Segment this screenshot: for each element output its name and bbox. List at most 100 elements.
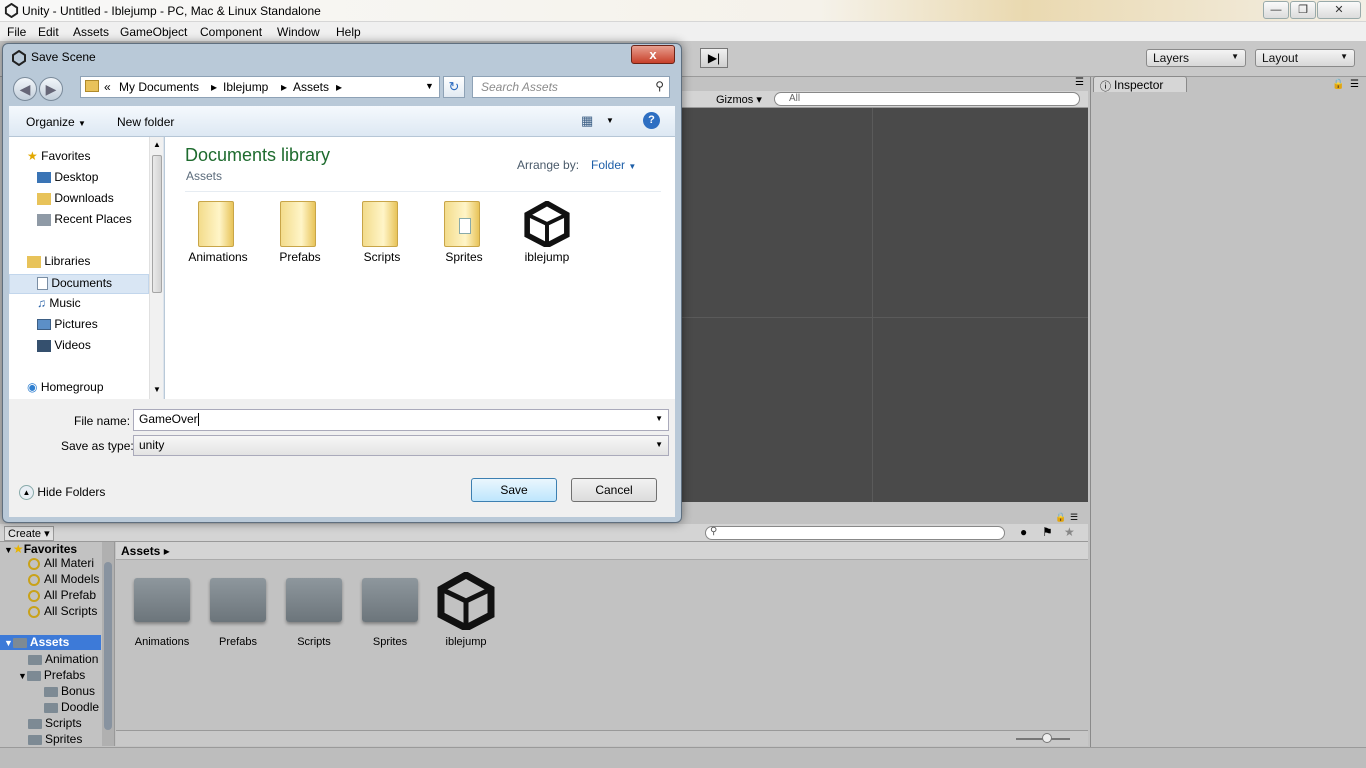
- chevron-down-icon[interactable]: ▼: [606, 116, 614, 125]
- new-folder-button[interactable]: New folder: [117, 115, 174, 129]
- nav-favorites[interactable]: ★ Favorites: [27, 149, 90, 169]
- star-icon[interactable]: ★: [1064, 525, 1075, 539]
- filter-type-icon[interactable]: ●: [1020, 525, 1027, 539]
- view-icon[interactable]: ▦: [581, 113, 593, 129]
- tab-inspector[interactable]: ⓘ Inspector: [1093, 76, 1187, 93]
- nav-recent-places[interactable]: Recent Places: [37, 212, 132, 232]
- text-cursor: [197, 413, 199, 427]
- tree-item-label: Sprites: [45, 732, 83, 746]
- asset-item[interactable]: [436, 570, 496, 633]
- breadcrumb-item[interactable]: Assets: [293, 80, 329, 94]
- layout-dropdown[interactable]: Layout ▼: [1255, 49, 1355, 67]
- path-overflow[interactable]: «: [104, 80, 111, 94]
- hide-folders-button[interactable]: ▲ Hide Folders: [19, 485, 105, 501]
- window-titlebar: Unity - Untitled - Iblejump - PC, Mac & …: [0, 0, 1366, 22]
- layers-dropdown[interactable]: Layers ▼: [1146, 49, 1246, 67]
- tree-item[interactable]: Animation: [28, 652, 98, 666]
- breadcrumb-item[interactable]: Iblejump: [223, 80, 268, 94]
- chevron-down-icon[interactable]: ▼: [425, 81, 434, 91]
- create-dropdown[interactable]: Create ▾: [4, 526, 54, 541]
- nav-scrollbar[interactable]: ▲ ▼: [149, 137, 163, 399]
- help-icon[interactable]: ?: [643, 112, 660, 129]
- tree-item[interactable]: ▼ Prefabs: [18, 668, 85, 682]
- tree-item[interactable]: Scripts: [28, 716, 82, 730]
- chevron-down-icon[interactable]: ▼: [655, 414, 663, 423]
- refresh-icon[interactable]: ↻: [443, 76, 465, 98]
- file-item[interactable]: [198, 201, 234, 247]
- minimize-button[interactable]: —: [1263, 1, 1289, 19]
- file-item[interactable]: [362, 201, 398, 247]
- nav-libraries[interactable]: Libraries: [27, 254, 90, 274]
- tree-item-label: Prefabs: [43, 668, 86, 682]
- file-item[interactable]: [280, 201, 316, 247]
- breadcrumb: Assets ▸: [116, 542, 1088, 560]
- close-window-button[interactable]: ✕: [1317, 1, 1361, 19]
- nav-desktop[interactable]: Desktop: [37, 170, 98, 190]
- tree-favorite-item[interactable]: All Models: [28, 572, 99, 586]
- menu-gameobject[interactable]: GameObject: [120, 25, 187, 39]
- back-button[interactable]: ◀: [13, 77, 37, 101]
- chevron-down-icon[interactable]: ▼: [153, 385, 161, 394]
- tree-favorite-item[interactable]: All Scripts: [28, 604, 97, 618]
- file-name-input[interactable]: GameOver ▼: [133, 409, 669, 431]
- panel-menu-icon[interactable]: ☰: [1075, 77, 1084, 88]
- nav-downloads[interactable]: Downloads: [37, 191, 114, 211]
- arrange-dropdown[interactable]: Folder ▼: [591, 158, 636, 172]
- tree-item[interactable]: Bonus: [44, 684, 95, 698]
- breadcrumb-item[interactable]: Assets: [121, 544, 160, 558]
- menu-edit[interactable]: Edit: [38, 25, 59, 39]
- tree-favorite-item[interactable]: All Materi: [28, 556, 94, 570]
- asset-item[interactable]: [210, 578, 266, 622]
- breadcrumb-item[interactable]: My Documents: [119, 80, 199, 94]
- step-button[interactable]: ▶|: [700, 48, 728, 68]
- file-item[interactable]: [444, 201, 480, 247]
- asset-item[interactable]: [362, 578, 418, 622]
- menu-help[interactable]: Help: [336, 25, 361, 39]
- lock-icon[interactable]: 🔒: [1332, 79, 1344, 90]
- tree-item[interactable]: Doodle: [44, 700, 99, 714]
- dialog-search-input[interactable]: Search Assets ⚲: [472, 76, 670, 98]
- tree-favorites[interactable]: ▼★Favorites: [4, 542, 77, 556]
- layers-label: Layers: [1153, 51, 1190, 65]
- nav-videos[interactable]: Videos: [37, 338, 91, 358]
- menu-assets[interactable]: Assets: [73, 25, 109, 39]
- videos-icon: [37, 339, 51, 352]
- tree-favorite-item[interactable]: All Prefab: [28, 588, 96, 602]
- library-subtitle: Assets: [186, 169, 223, 183]
- zoom-slider-thumb[interactable]: [1042, 733, 1052, 743]
- nav-music[interactable]: ♫ Music: [37, 296, 81, 316]
- panel-menu-icon[interactable]: ☰: [1350, 79, 1359, 90]
- address-bar[interactable]: « My Documents ▸ Iblejump ▸ Assets ▸ ▼: [80, 76, 440, 98]
- forward-button[interactable]: ▶: [39, 77, 63, 101]
- file-item[interactable]: [523, 200, 571, 250]
- save-button[interactable]: Save: [471, 478, 557, 502]
- panel-menu-icon[interactable]: ☰: [1070, 512, 1078, 523]
- nav-documents[interactable]: Documents: [9, 274, 149, 294]
- nav-homegroup[interactable]: ◉ Homegroup: [27, 380, 104, 400]
- menu-file[interactable]: File: [7, 25, 26, 39]
- gizmos-dropdown[interactable]: Gizmos ▾: [716, 93, 762, 106]
- filter-label-icon[interactable]: ⚑: [1042, 525, 1053, 539]
- menu-component[interactable]: Component: [200, 25, 262, 39]
- organize-button[interactable]: Organize ▼: [26, 115, 86, 129]
- tree-scrollbar[interactable]: [102, 542, 114, 746]
- scrollbar-thumb[interactable]: [152, 155, 162, 293]
- menu-window[interactable]: Window: [277, 25, 320, 39]
- lock-icon[interactable]: 🔒: [1055, 512, 1066, 523]
- project-assets-grid: Assets ▸ Animations Prefabs Scripts Spri…: [116, 542, 1088, 730]
- cancel-button[interactable]: Cancel: [571, 478, 657, 502]
- scrollbar-thumb[interactable]: [104, 562, 112, 730]
- tree-item[interactable]: Sprites: [28, 732, 82, 746]
- asset-item[interactable]: [134, 578, 190, 622]
- chevron-up-icon[interactable]: ▲: [153, 140, 161, 149]
- scene-search-input[interactable]: All: [774, 92, 1080, 106]
- save-type-select[interactable]: unity ▼: [133, 435, 669, 456]
- tree-assets-root[interactable]: ▼ Assets: [0, 635, 101, 650]
- project-search-input[interactable]: ⚲: [705, 526, 1005, 540]
- asset-item[interactable]: [286, 578, 342, 622]
- maximize-button[interactable]: ❐: [1290, 1, 1316, 19]
- nav-pictures[interactable]: Pictures: [37, 317, 98, 337]
- close-icon[interactable]: x: [631, 45, 675, 64]
- arrange-label: Arrange by:: [517, 158, 580, 172]
- scene-view[interactable]: [682, 108, 1088, 502]
